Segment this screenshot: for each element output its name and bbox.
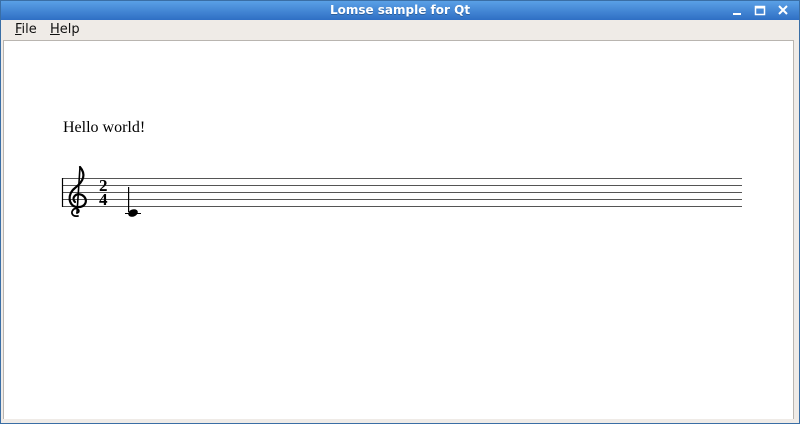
music-score: 2 4 [61,165,742,218]
menu-file-label: ile [21,22,37,37]
minimize-icon[interactable] [729,3,745,18]
menu-bar: File Help [1,20,799,40]
app-window: Lomse sample for Qt File Help Hello worl… [0,0,800,424]
menu-help-mnemonic: H [50,22,60,37]
status-bar [1,419,799,423]
title-bar[interactable]: Lomse sample for Qt [1,1,799,20]
treble-clef-icon [68,165,87,218]
time-sig-denominator: 4 [99,190,108,209]
maximize-icon[interactable] [752,3,768,18]
menu-file[interactable]: File [15,22,37,38]
menu-help[interactable]: Help [50,22,80,38]
close-icon[interactable] [775,3,791,18]
window-title: Lomse sample for Qt [329,3,471,17]
document-canvas[interactable]: Hello world! 2 4 [3,40,794,420]
staff [62,178,742,207]
menu-help-label: elp [59,22,80,37]
note-c4[interactable] [125,187,141,218]
